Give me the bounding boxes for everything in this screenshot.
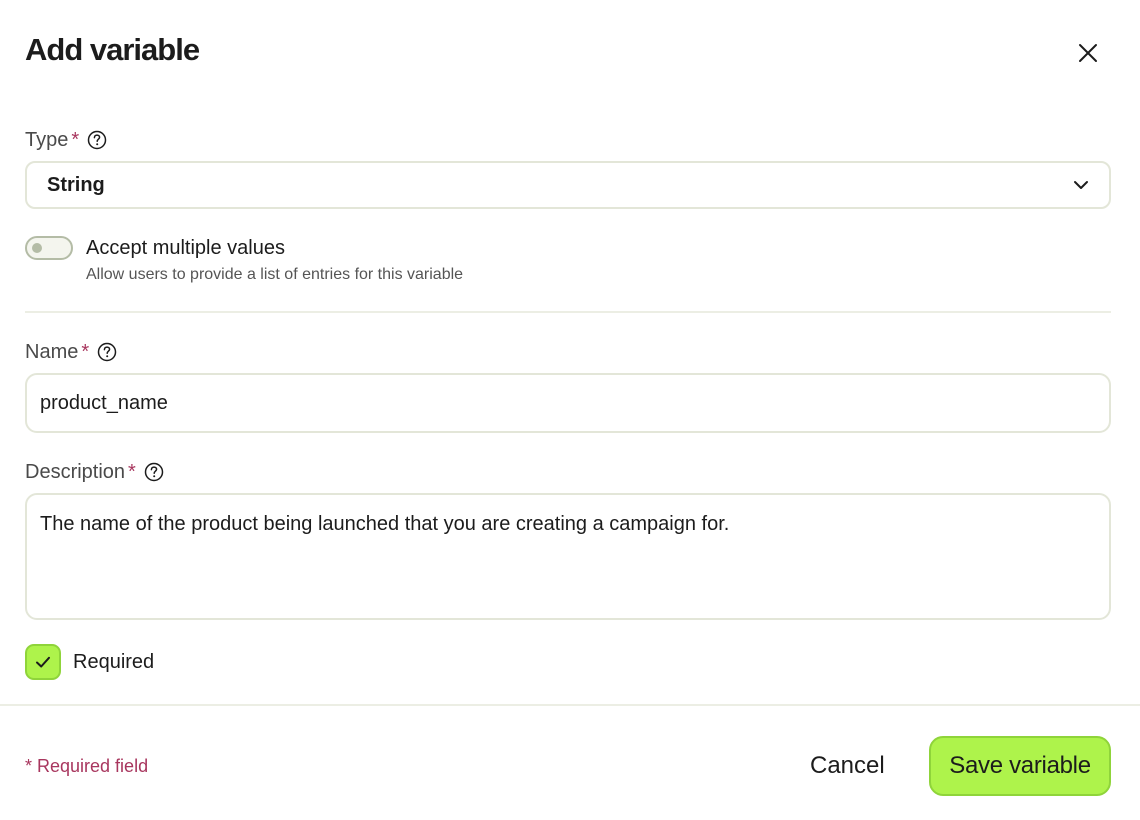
description-label-text: Description bbox=[25, 460, 126, 483]
description-help-icon[interactable] bbox=[144, 462, 164, 482]
footer-divider bbox=[0, 704, 1140, 706]
type-help-icon[interactable] bbox=[87, 130, 107, 150]
accept-multiple-values-label: Accept multiple values bbox=[86, 237, 285, 259]
description-label: Description * bbox=[25, 459, 164, 485]
close-button[interactable] bbox=[1072, 37, 1104, 69]
description-required-star: * bbox=[128, 460, 136, 483]
accept-multiple-values-description: Allow users to provide a list of entries… bbox=[86, 266, 464, 283]
name-help-icon[interactable] bbox=[97, 342, 117, 362]
type-label: Type * bbox=[25, 127, 107, 153]
cancel-button[interactable]: Cancel bbox=[796, 740, 899, 792]
name-input[interactable] bbox=[25, 373, 1111, 433]
save-variable-button[interactable]: Save variable bbox=[929, 736, 1111, 796]
type-required-star: * bbox=[71, 128, 80, 151]
required-field-note: * Required field bbox=[25, 756, 149, 776]
required-checkbox[interactable] bbox=[25, 644, 61, 680]
accept-multiple-values-toggle[interactable] bbox=[25, 236, 73, 260]
dialog-title: Add variable bbox=[25, 32, 200, 67]
name-label: Name * bbox=[25, 339, 117, 365]
type-select[interactable]: String bbox=[25, 161, 1111, 209]
name-required-star: * bbox=[81, 340, 90, 363]
check-icon bbox=[36, 656, 50, 668]
section-divider bbox=[25, 311, 1111, 313]
name-label-text: Name bbox=[25, 340, 79, 363]
type-label-text: Type bbox=[25, 128, 69, 151]
type-select-value: String bbox=[47, 173, 105, 196]
add-variable-dialog: Add variable Type * String Accept multip… bbox=[0, 0, 1140, 820]
toggle-knob bbox=[32, 243, 42, 253]
required-checkbox-label: Required bbox=[73, 651, 155, 673]
description-textarea[interactable]: The name of the product being launched t… bbox=[25, 493, 1111, 620]
close-icon bbox=[1079, 44, 1097, 62]
chevron-down-icon bbox=[1074, 181, 1088, 189]
